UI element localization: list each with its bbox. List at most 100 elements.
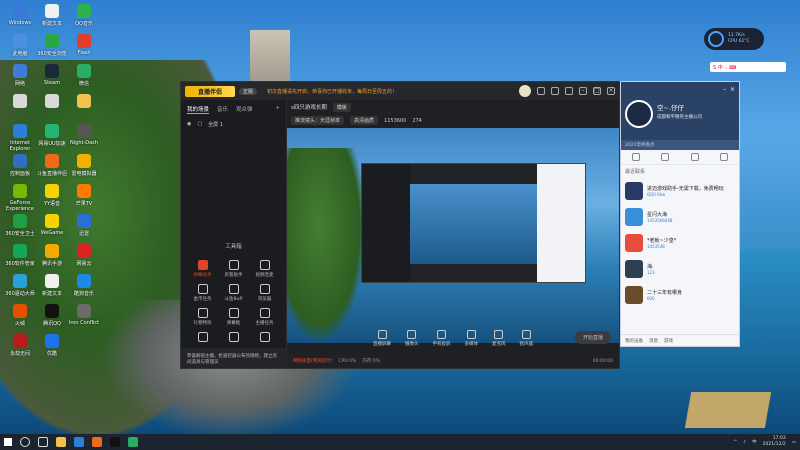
desktop-icon[interactable]: 永劫无间 — [4, 334, 36, 357]
desktop-icon[interactable]: 雷电模拟器 — [68, 154, 100, 177]
control-button[interactable]: 麦克风 — [492, 329, 506, 347]
browser-icon[interactable] — [74, 437, 84, 447]
tool-item[interactable] — [187, 332, 218, 344]
desktop-icon[interactable]: GeForce Experience — [4, 184, 36, 212]
tab-scenes[interactable]: 我的场景 — [187, 105, 210, 114]
live-app-icon[interactable] — [92, 437, 102, 447]
qq-contact[interactable]: 星闪大海 1453566448 — [621, 204, 739, 230]
tool-item[interactable]: 斗鱼Buff — [218, 284, 249, 302]
desktop-icon[interactable]: Windows — [4, 4, 36, 26]
left-footer[interactable]: 恭喜解锁主播，抢遥控器公布热销榜，建立房间道具与管理员 — [181, 348, 286, 368]
tool-item[interactable]: 弹幕助手 — [187, 260, 218, 278]
task-view-icon[interactable] — [38, 437, 48, 447]
tray-up-icon[interactable]: ^ — [734, 440, 738, 445]
settings-icon[interactable] — [551, 87, 559, 95]
desktop-icon[interactable]: YY语音 — [36, 184, 68, 207]
tab-audience[interactable]: 观众弹 — [236, 105, 253, 114]
control-button[interactable]: 多媒体 — [465, 329, 478, 347]
qq-username[interactable]: 空~.仔仔 — [657, 102, 684, 112]
desktop-icon[interactable]: 网络 — [4, 64, 36, 87]
qq-games[interactable]: 游戏 — [664, 338, 673, 344]
desktop-icon[interactable]: Night-Dash — [68, 124, 100, 146]
desktop-icon[interactable]: 火绒 — [4, 304, 36, 327]
desktop-icon[interactable]: Iron Conflict — [68, 304, 100, 326]
desktop-icon[interactable]: 腾讯手游 — [36, 244, 68, 267]
desktop-icon[interactable]: QQ音乐 — [68, 4, 100, 27]
tool-item[interactable] — [249, 332, 280, 344]
file-explorer-icon[interactable] — [56, 437, 66, 447]
desktop-icon[interactable]: 360驱动大师 — [4, 274, 36, 297]
notification-icon[interactable]: ▭ — [792, 440, 796, 445]
desktop-icon[interactable]: 360安全卫士 — [4, 214, 36, 237]
desktop-icon[interactable]: Flash — [68, 34, 100, 56]
qq-contact[interactable]: 海. 123 — [621, 256, 739, 282]
desktop-icon[interactable]: 360安全浏览 — [36, 34, 68, 57]
control-button[interactable]: 直播屏幕 — [373, 329, 391, 347]
user-avatar[interactable] — [519, 85, 531, 97]
qq-messages[interactable]: 消息 — [649, 338, 658, 344]
qq-icon[interactable] — [110, 437, 120, 447]
wechat-icon[interactable] — [128, 437, 138, 447]
qq-search-input[interactable]: 2021年终盘点 — [621, 140, 739, 150]
desktop-icon[interactable] — [68, 94, 100, 110]
desktop-icon[interactable]: 斗鱼直播伴侣 — [36, 154, 68, 177]
contacts-icon[interactable] — [661, 153, 670, 161]
notice-text[interactable]: 初次直播请先开启，恭喜你已开播收米，每周日至周五的！ — [267, 88, 397, 95]
tool-item[interactable]: 浏览器 — [249, 284, 280, 302]
desktop-icon[interactable]: 新建文本 — [36, 4, 68, 27]
qq-minimize-icon[interactable]: – — [723, 86, 726, 93]
add-icon[interactable]: + — [275, 105, 280, 114]
qq-devices[interactable]: 我的设备 — [625, 338, 643, 344]
start-live-button[interactable]: 开始直播 — [574, 331, 611, 344]
skin-icon[interactable] — [537, 87, 545, 95]
eye-icon[interactable]: ◉ — [187, 121, 191, 128]
desktop-icon[interactable]: 优酷 — [36, 334, 68, 357]
control-button[interactable]: 扬声器 — [520, 329, 533, 347]
tool-item[interactable] — [218, 332, 249, 344]
speaker-icon[interactable]: ♪ — [743, 440, 746, 445]
desktop-icon[interactable]: 网易云 — [68, 244, 100, 267]
chat-icon[interactable] — [631, 153, 640, 161]
ime-toolbar[interactable]: S 中 ·, ⌨ — [710, 62, 786, 72]
lang-indicator[interactable]: 中 — [752, 439, 757, 445]
room-title[interactable]: s四只游戏长期 — [291, 103, 327, 111]
tool-item[interactable]: 金币任务 — [187, 284, 218, 302]
desktop-icon[interactable]: 此电脑 — [4, 34, 36, 57]
lock-icon[interactable]: ▢ — [197, 121, 202, 128]
minimize-icon[interactable]: – — [579, 87, 587, 95]
space-icon[interactable] — [690, 153, 699, 161]
qq-contact[interactable]: 二十三年有哪身 000 — [621, 282, 739, 308]
quality-button[interactable]: 高清画质 — [350, 116, 379, 125]
desktop-icon[interactable]: 控制面板 — [4, 154, 36, 177]
tool-item[interactable]: 弹幕框 — [218, 308, 249, 326]
desktop-icon[interactable]: 酷狗音乐 — [68, 274, 100, 297]
close-icon[interactable]: × — [607, 87, 615, 95]
desktop-icon[interactable]: 新建文本 — [36, 274, 68, 297]
desktop-icon[interactable]: 360软件管家 — [4, 244, 36, 267]
desktop-icon[interactable]: 微信 — [68, 64, 100, 87]
qq-close-icon[interactable]: × — [730, 86, 735, 93]
system-monitor-widget[interactable]: 11.7K/s CPU 61°C — [704, 28, 764, 50]
template-button[interactable]: 模板 — [332, 102, 351, 112]
qq-contact[interactable]: *老板~少皇* 1453548 — [621, 230, 739, 256]
clock[interactable]: 17:03 2021/12/2 — [763, 436, 786, 448]
desktop-icon[interactable]: 芒果TV — [68, 184, 100, 207]
group-icon[interactable] — [720, 153, 729, 161]
desktop-icon[interactable]: Internet Explorer — [4, 124, 36, 152]
tool-item[interactable]: 礼物特效 — [187, 308, 218, 326]
control-button[interactable]: 摄像头 — [405, 329, 419, 347]
desktop-icon[interactable]: 腾讯QQ — [36, 304, 68, 327]
desktop-icon[interactable] — [36, 94, 68, 110]
scene-item[interactable]: ◉ ▢ 全屏 1 — [181, 119, 286, 130]
version-badge[interactable]: 正版 — [239, 87, 258, 95]
qq-signature[interactable]: 成都和平精英主播公司 — [657, 114, 737, 120]
tool-item[interactable]: 视频连麦 — [249, 260, 280, 278]
tool-item[interactable]: 房管助手 — [218, 260, 249, 278]
windows-start-icon[interactable] — [4, 438, 12, 446]
desktop-icon[interactable]: WeGame — [36, 214, 68, 236]
control-button[interactable]: 手机投屏 — [433, 329, 451, 347]
menu-icon[interactable] — [565, 87, 573, 95]
desktop-icon[interactable]: 网易UU加速 — [36, 124, 68, 147]
tab-music[interactable]: 音乐 — [217, 105, 228, 114]
desktop-icon[interactable] — [4, 94, 36, 110]
